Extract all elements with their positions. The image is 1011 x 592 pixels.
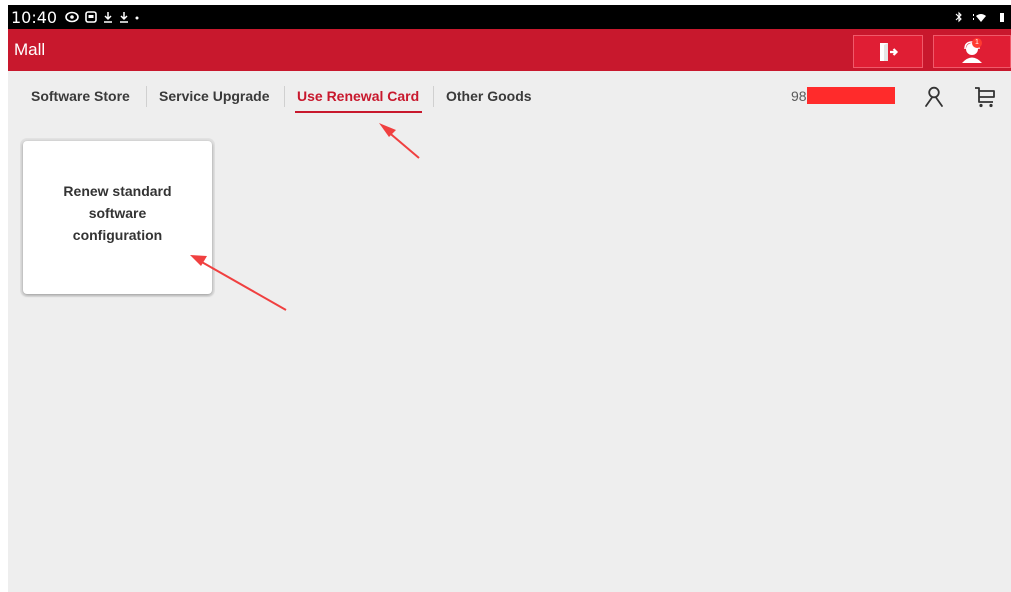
annotation-arrow-tab: [379, 123, 420, 159]
status-bar: 10:40: [8, 5, 1011, 29]
eye-icon: [65, 11, 79, 23]
app-bar: Mall 1: [8, 29, 1011, 71]
card-label: Renew standard software configuration: [63, 182, 172, 243]
status-left-icons: [65, 11, 139, 23]
tab-use-renewal-card[interactable]: Use Renewal Card: [297, 88, 419, 104]
battery-icon: [1000, 13, 1004, 22]
tab-service-upgrade[interactable]: Service Upgrade: [159, 88, 270, 104]
status-right-icons: [955, 5, 1005, 29]
person-icon[interactable]: [924, 86, 944, 108]
download-icon: [120, 12, 129, 23]
tab-software-store[interactable]: Software Store: [31, 88, 130, 104]
download-icon: [104, 12, 113, 23]
tab-divider: [146, 86, 147, 107]
account-number: 98: [791, 88, 807, 104]
tab-bar: Software Store Service Upgrade Use Renew…: [8, 71, 1011, 123]
screen-icon: [85, 11, 97, 23]
tab-other-goods[interactable]: Other Goods: [446, 88, 532, 104]
notification-badge: 1: [972, 38, 982, 48]
active-tab-indicator: [295, 111, 422, 113]
exit-button[interactable]: [853, 35, 923, 68]
dot-icon: [135, 16, 139, 20]
tab-divider: [284, 86, 285, 107]
tab-divider: [433, 86, 434, 107]
user-support-button[interactable]: 1: [933, 35, 1011, 68]
page-title: Mall: [14, 40, 46, 59]
wifi-icon: [973, 14, 986, 22]
exit-icon: [880, 42, 899, 61]
app-screen: 10:40 Mall 1 Software Store Service Upgr…: [8, 5, 1011, 592]
bluetooth-icon: [955, 11, 962, 23]
cart-icon[interactable]: [974, 86, 996, 108]
status-time: 10:40: [11, 7, 58, 27]
renewal-card-item[interactable]: Renew standard software configuration: [23, 141, 212, 294]
redaction-bar: [807, 87, 895, 104]
